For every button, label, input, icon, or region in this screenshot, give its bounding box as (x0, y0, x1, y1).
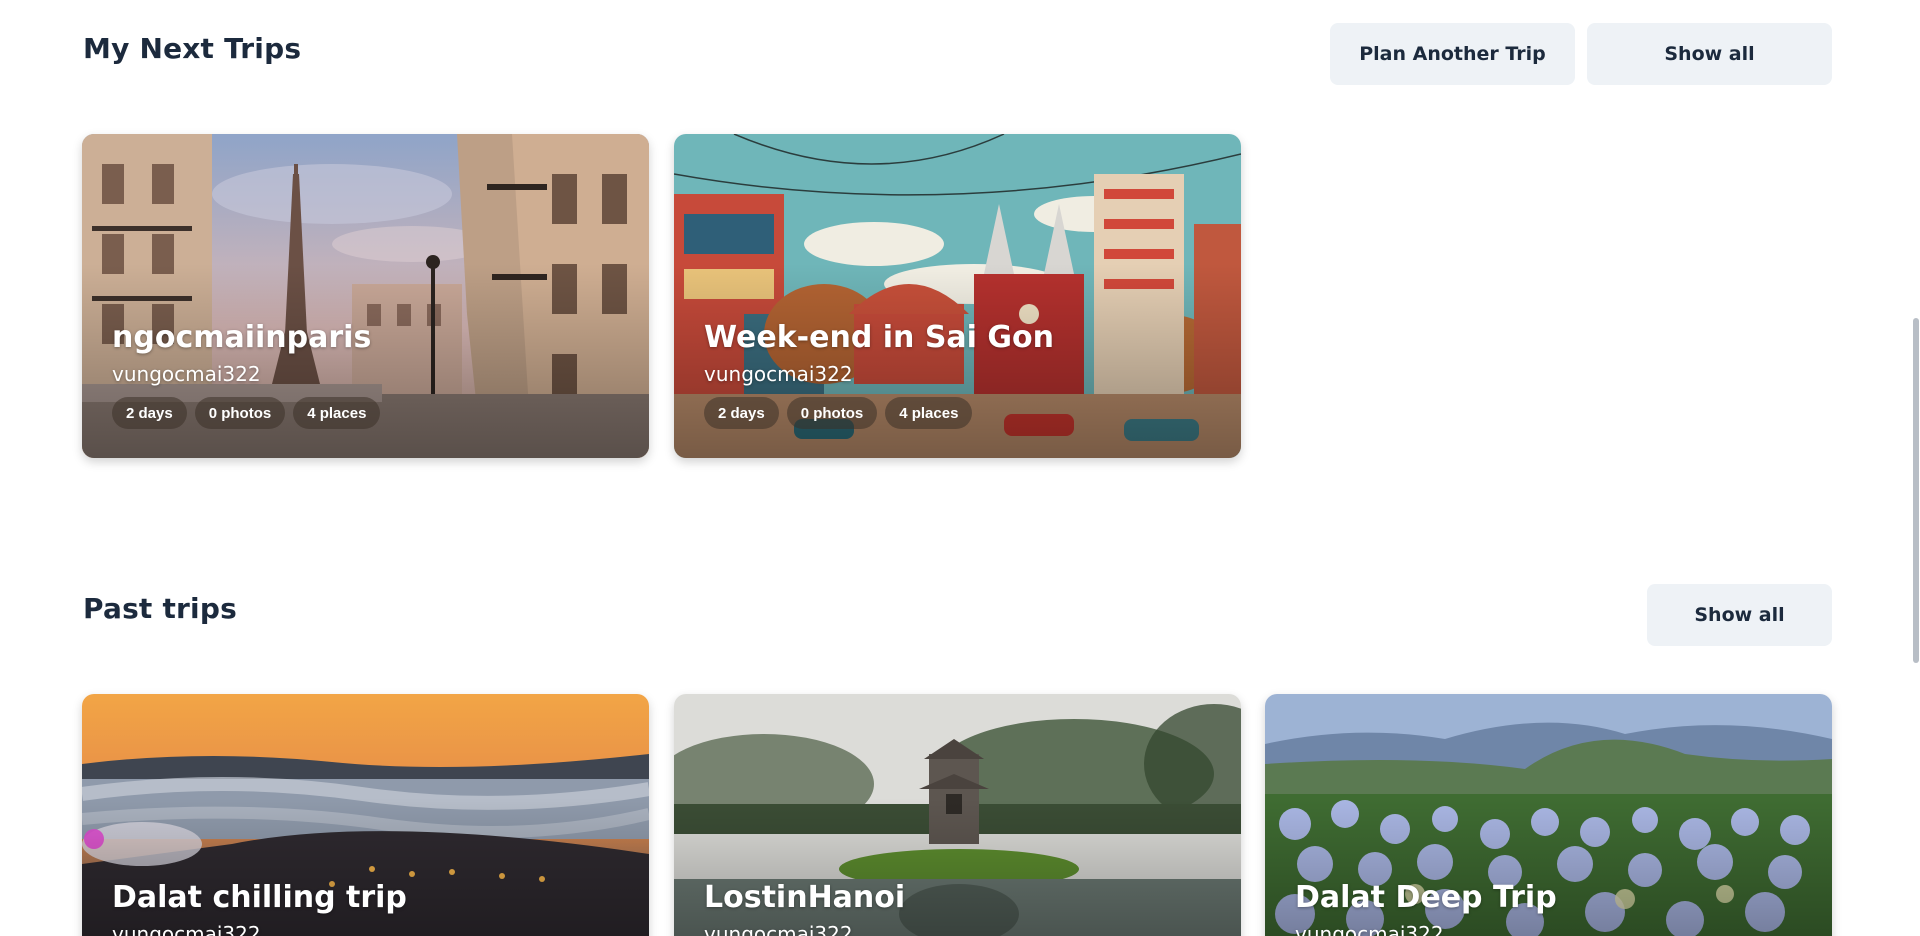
days-chip: 2 days (704, 397, 779, 429)
places-chip: 4 places (293, 397, 381, 429)
next-trips-title: My Next Trips (83, 32, 302, 65)
trip-card-owner: vungocmai322 (112, 922, 261, 936)
trip-card-title: LostinHanoi (704, 880, 906, 915)
places-chip: 4 places (885, 397, 973, 429)
trip-card-title: Dalat Deep Trip (1295, 880, 1557, 915)
trip-card-owner: vungocmai322 (112, 362, 261, 386)
trip-card-title: Dalat chilling trip (112, 880, 407, 915)
past-trip-card-lostinhanoi[interactable]: LostinHanoi vungocmai322 (674, 694, 1241, 936)
next-trips-show-all-button[interactable]: Show all (1587, 23, 1832, 85)
photos-chip: 0 photos (194, 397, 286, 429)
trip-card-saigon[interactable]: Week-end in Sai Gon vungocmai322 2 days … (674, 134, 1241, 458)
scrollbar[interactable] (1912, 0, 1920, 936)
past-trip-card-dalat-deep[interactable]: Dalat Deep Trip vungocmai322 (1265, 694, 1832, 936)
photos-chip: 0 photos (786, 397, 878, 429)
trip-card-title: ngocmaiinparis (112, 320, 372, 355)
past-trips-show-all-button[interactable]: Show all (1647, 584, 1832, 646)
past-trips-title: Past trips (83, 592, 237, 625)
trip-card-owner: vungocmai322 (1295, 922, 1444, 936)
trip-stats: 2 days 0 photos 4 places (704, 397, 973, 429)
trip-card-paris[interactable]: ngocmaiinparis vungocmai322 2 days 0 pho… (82, 134, 649, 458)
days-chip: 2 days (112, 397, 187, 429)
trip-stats: 2 days 0 photos 4 places (112, 397, 381, 429)
past-trip-card-dalat-chilling[interactable]: Dalat chilling trip vungocmai322 (82, 694, 649, 936)
trip-card-title: Week-end in Sai Gon (704, 320, 1054, 355)
trip-card-owner: vungocmai322 (704, 922, 853, 936)
trip-card-owner: vungocmai322 (704, 362, 853, 386)
plan-another-trip-button[interactable]: Plan Another Trip (1330, 23, 1575, 85)
scrollbar-thumb[interactable] (1913, 318, 1919, 663)
